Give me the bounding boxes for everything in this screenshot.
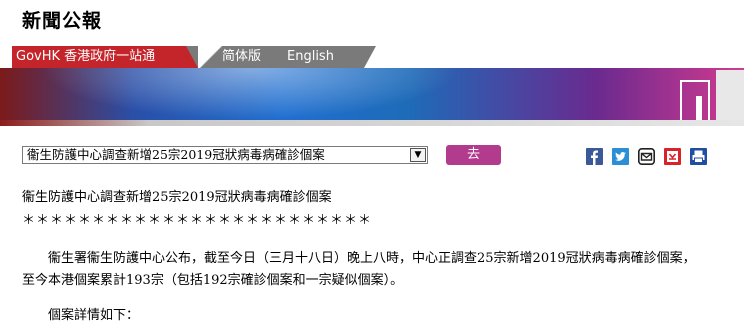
banner-underline bbox=[0, 120, 744, 126]
govhk-link[interactable]: GovHK 香港政府一站通 bbox=[12, 46, 198, 68]
email-icon[interactable] bbox=[638, 148, 655, 165]
twitter-icon[interactable] bbox=[612, 148, 629, 165]
nav-tail bbox=[364, 46, 744, 68]
simplified-chinese-link[interactable]: 简体版 bbox=[222, 46, 261, 68]
nav-divider bbox=[198, 46, 224, 68]
print-icon[interactable] bbox=[690, 148, 707, 165]
select-value: 衞生防護中心調查新增25宗2019冠狀病毒病確診個案 bbox=[27, 147, 325, 162]
banner-decoration bbox=[716, 70, 744, 120]
press-release-select[interactable]: 衞生防護中心調查新增25宗2019冠狀病毒病確診個案 ▼ bbox=[22, 146, 428, 164]
paragraph-line: 至今本港個案累計193宗（包括192宗確診個案和一宗疑似個案）。 bbox=[22, 273, 404, 288]
go-button[interactable]: 去 bbox=[446, 145, 501, 165]
top-nav: GovHK 香港政府一站通 简体版 English bbox=[12, 46, 744, 68]
english-link[interactable]: English bbox=[287, 46, 334, 68]
chevron-down-icon[interactable]: ▼ bbox=[410, 148, 426, 162]
bookmark-icon[interactable] bbox=[664, 148, 681, 165]
title-separator: ＊＊＊＊＊＊＊＊＊＊＊＊＊＊＊＊＊＊＊＊＊＊＊＊＊ bbox=[22, 213, 373, 228]
banner-decoration bbox=[696, 96, 702, 120]
facebook-icon[interactable] bbox=[586, 148, 603, 165]
brand-title: 新聞公報 bbox=[22, 10, 103, 32]
article-title: 衞生防護中心調查新增25宗2019冠狀病毒病確診個案 bbox=[22, 190, 332, 205]
banner-decoration bbox=[680, 80, 710, 120]
paragraph-line: 衞生署衞生防護中心公布，截至今日（三月十八日）晚上八時，中心正調查25宗新增20… bbox=[48, 251, 696, 266]
article-paragraph: 衞生署衞生防護中心公布，截至今日（三月十八日）晚上八時，中心正調查25宗新增20… bbox=[22, 248, 738, 292]
banner-glow bbox=[40, 68, 460, 120]
case-details-heading: 個案詳情如下： bbox=[48, 308, 140, 323]
